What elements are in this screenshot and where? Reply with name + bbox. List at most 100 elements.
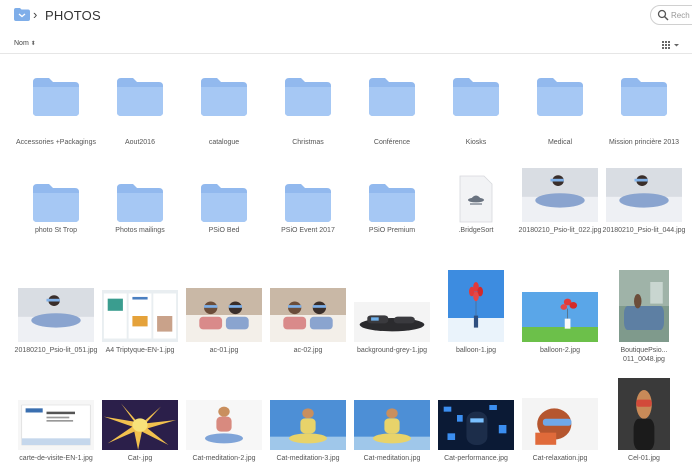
folder-tile[interactable]: Photos mailings (98, 166, 182, 266)
folder-tile[interactable]: Aout2016 (98, 60, 182, 160)
file-tile[interactable]: balloon-1.jpg (434, 270, 518, 370)
image-thumbnail (270, 400, 346, 450)
file-tile[interactable]: Cat-.jpg (98, 378, 182, 475)
folder-icon (285, 78, 331, 116)
breadcrumb-chevron-icon: › (33, 7, 38, 22)
file-tile[interactable]: balloon-2.jpg (518, 270, 602, 370)
item-label: photo St Trop (34, 227, 78, 234)
image-thumbnail (438, 400, 514, 450)
item-label: Accessories +Packagings (16, 139, 96, 146)
folder-tile[interactable]: PSiO Bed (182, 166, 266, 266)
item-label: Cat-meditation-3.jpg (276, 455, 340, 462)
folder-tile[interactable]: Mission princière 2013 (602, 60, 686, 160)
folder-icon (117, 184, 163, 222)
folder-tile[interactable]: PSiO Premium (350, 166, 434, 266)
folder-tile[interactable]: photo St Trop (14, 166, 98, 266)
folder-tile[interactable]: Conférence (350, 60, 434, 160)
sort-by-name-button[interactable]: Nom ⬍ (14, 40, 36, 47)
item-label: Cel-01.jpg (628, 455, 660, 462)
bridge-file-icon (456, 174, 496, 224)
folder-icon (621, 78, 667, 116)
search-box[interactable] (650, 5, 692, 25)
item-label: ac-02.jpg (293, 347, 323, 354)
folder-tile[interactable]: Kiosks (434, 60, 518, 160)
file-tile[interactable]: Cat-meditation-3.jpg (266, 378, 350, 475)
item-label: balloon-1.jpg (455, 347, 497, 354)
file-tile[interactable]: 20180210_Psio-lit_022.jpg (518, 166, 602, 266)
folder-icon (537, 78, 583, 116)
item-label: Cat-performance.jpg (444, 455, 508, 462)
item-label: Cat-meditation.jpg (363, 455, 421, 462)
file-tile[interactable]: BoutiquePsio... 011_0048.jpg (602, 270, 686, 370)
folder-tile[interactable]: Medical (518, 60, 602, 160)
item-label: A4 Triptyque-EN-1.jpg (105, 347, 175, 354)
file-tile[interactable]: 20180210_Psio-lit_044.jpg (602, 166, 686, 266)
sort-label: Nom (14, 40, 29, 47)
image-thumbnail (522, 292, 598, 342)
image-thumbnail (606, 168, 682, 222)
item-label: BoutiquePsio... 011_0048.jpg (620, 347, 668, 363)
folder-icon (201, 78, 247, 116)
folder-tile[interactable]: Accessories +Packagings (14, 60, 98, 160)
file-tile[interactable]: ac-01.jpg (182, 270, 266, 370)
item-label: PSiO Premium (368, 227, 416, 234)
grid-view-icon[interactable] (662, 40, 680, 50)
item-label: balloon-2.jpg (539, 347, 581, 354)
sort-arrow-icon: ⬍ (30, 41, 36, 47)
file-tile[interactable]: .BridgeSort (434, 166, 518, 266)
file-tile[interactable]: A4 Triptyque-EN-1.jpg (98, 270, 182, 370)
search-icon (657, 9, 669, 21)
folder-icon[interactable] (14, 8, 30, 21)
folder-icon (369, 78, 415, 116)
file-tile[interactable]: Cat-performance.jpg (434, 378, 518, 475)
folder-tile[interactable]: Christmas (266, 60, 350, 160)
image-thumbnail (18, 400, 94, 450)
item-label: carte-de-visite-EN-1.jpg (19, 455, 93, 462)
image-thumbnail (448, 270, 504, 342)
image-thumbnail (619, 270, 669, 342)
item-label: Kiosks (465, 139, 487, 146)
folder-icon (33, 78, 79, 116)
search-input[interactable] (671, 9, 692, 21)
folder-icon (285, 184, 331, 222)
item-label: catalogue (208, 139, 240, 146)
folder-icon (453, 78, 499, 116)
image-thumbnail (18, 288, 94, 342)
item-label: 20180210_Psio-lit_044.jpg (602, 227, 686, 234)
folder-icon (117, 78, 163, 116)
image-thumbnail (186, 400, 262, 450)
folder-tile[interactable]: PSiO Event 2017 (266, 166, 350, 266)
item-label: PSiO Event 2017 (281, 227, 335, 234)
file-tile[interactable]: Cat-relaxation.jpg (518, 378, 602, 475)
item-label: Mission princière 2013 (608, 139, 680, 146)
file-tile[interactable]: ac-02.jpg (266, 270, 350, 370)
folder-icon (33, 184, 79, 222)
file-tile[interactable]: carte-de-visite-EN-1.jpg (14, 378, 98, 475)
image-thumbnail (270, 288, 346, 342)
item-label: Cat-relaxation.jpg (532, 455, 588, 462)
item-label: Medical (547, 139, 573, 146)
file-tile[interactable]: 20180210_Psio-lit_051.jpg (14, 270, 98, 370)
image-thumbnail (186, 288, 262, 342)
item-label: Conférence (373, 139, 411, 146)
toolbar: Nom ⬍ (0, 36, 692, 54)
file-tile[interactable]: Cat-meditation-2.jpg (182, 378, 266, 475)
image-thumbnail (522, 398, 598, 450)
image-thumbnail (102, 400, 178, 450)
item-label: ac-01.jpg (209, 347, 239, 354)
file-tile[interactable]: Cel-01.jpg (602, 378, 686, 475)
folder-tile[interactable]: catalogue (182, 60, 266, 160)
item-label: background-grey-1.jpg (356, 347, 428, 354)
header-bar: › PHOTOS (0, 0, 692, 30)
folder-icon (369, 184, 415, 222)
item-label: Christmas (292, 139, 324, 146)
folder-icon (201, 184, 247, 222)
file-tile[interactable]: Cat-meditation.jpg (350, 378, 434, 475)
item-label: 20180210_Psio-lit_022.jpg (518, 227, 602, 234)
item-label: 20180210_Psio-lit_051.jpg (14, 347, 98, 354)
item-label: Cat-.jpg (127, 455, 153, 462)
page-title: PHOTOS (45, 8, 101, 23)
image-thumbnail (354, 302, 430, 342)
file-tile[interactable]: background-grey-1.jpg (350, 270, 434, 370)
item-label: Cat-meditation-2.jpg (192, 455, 256, 462)
